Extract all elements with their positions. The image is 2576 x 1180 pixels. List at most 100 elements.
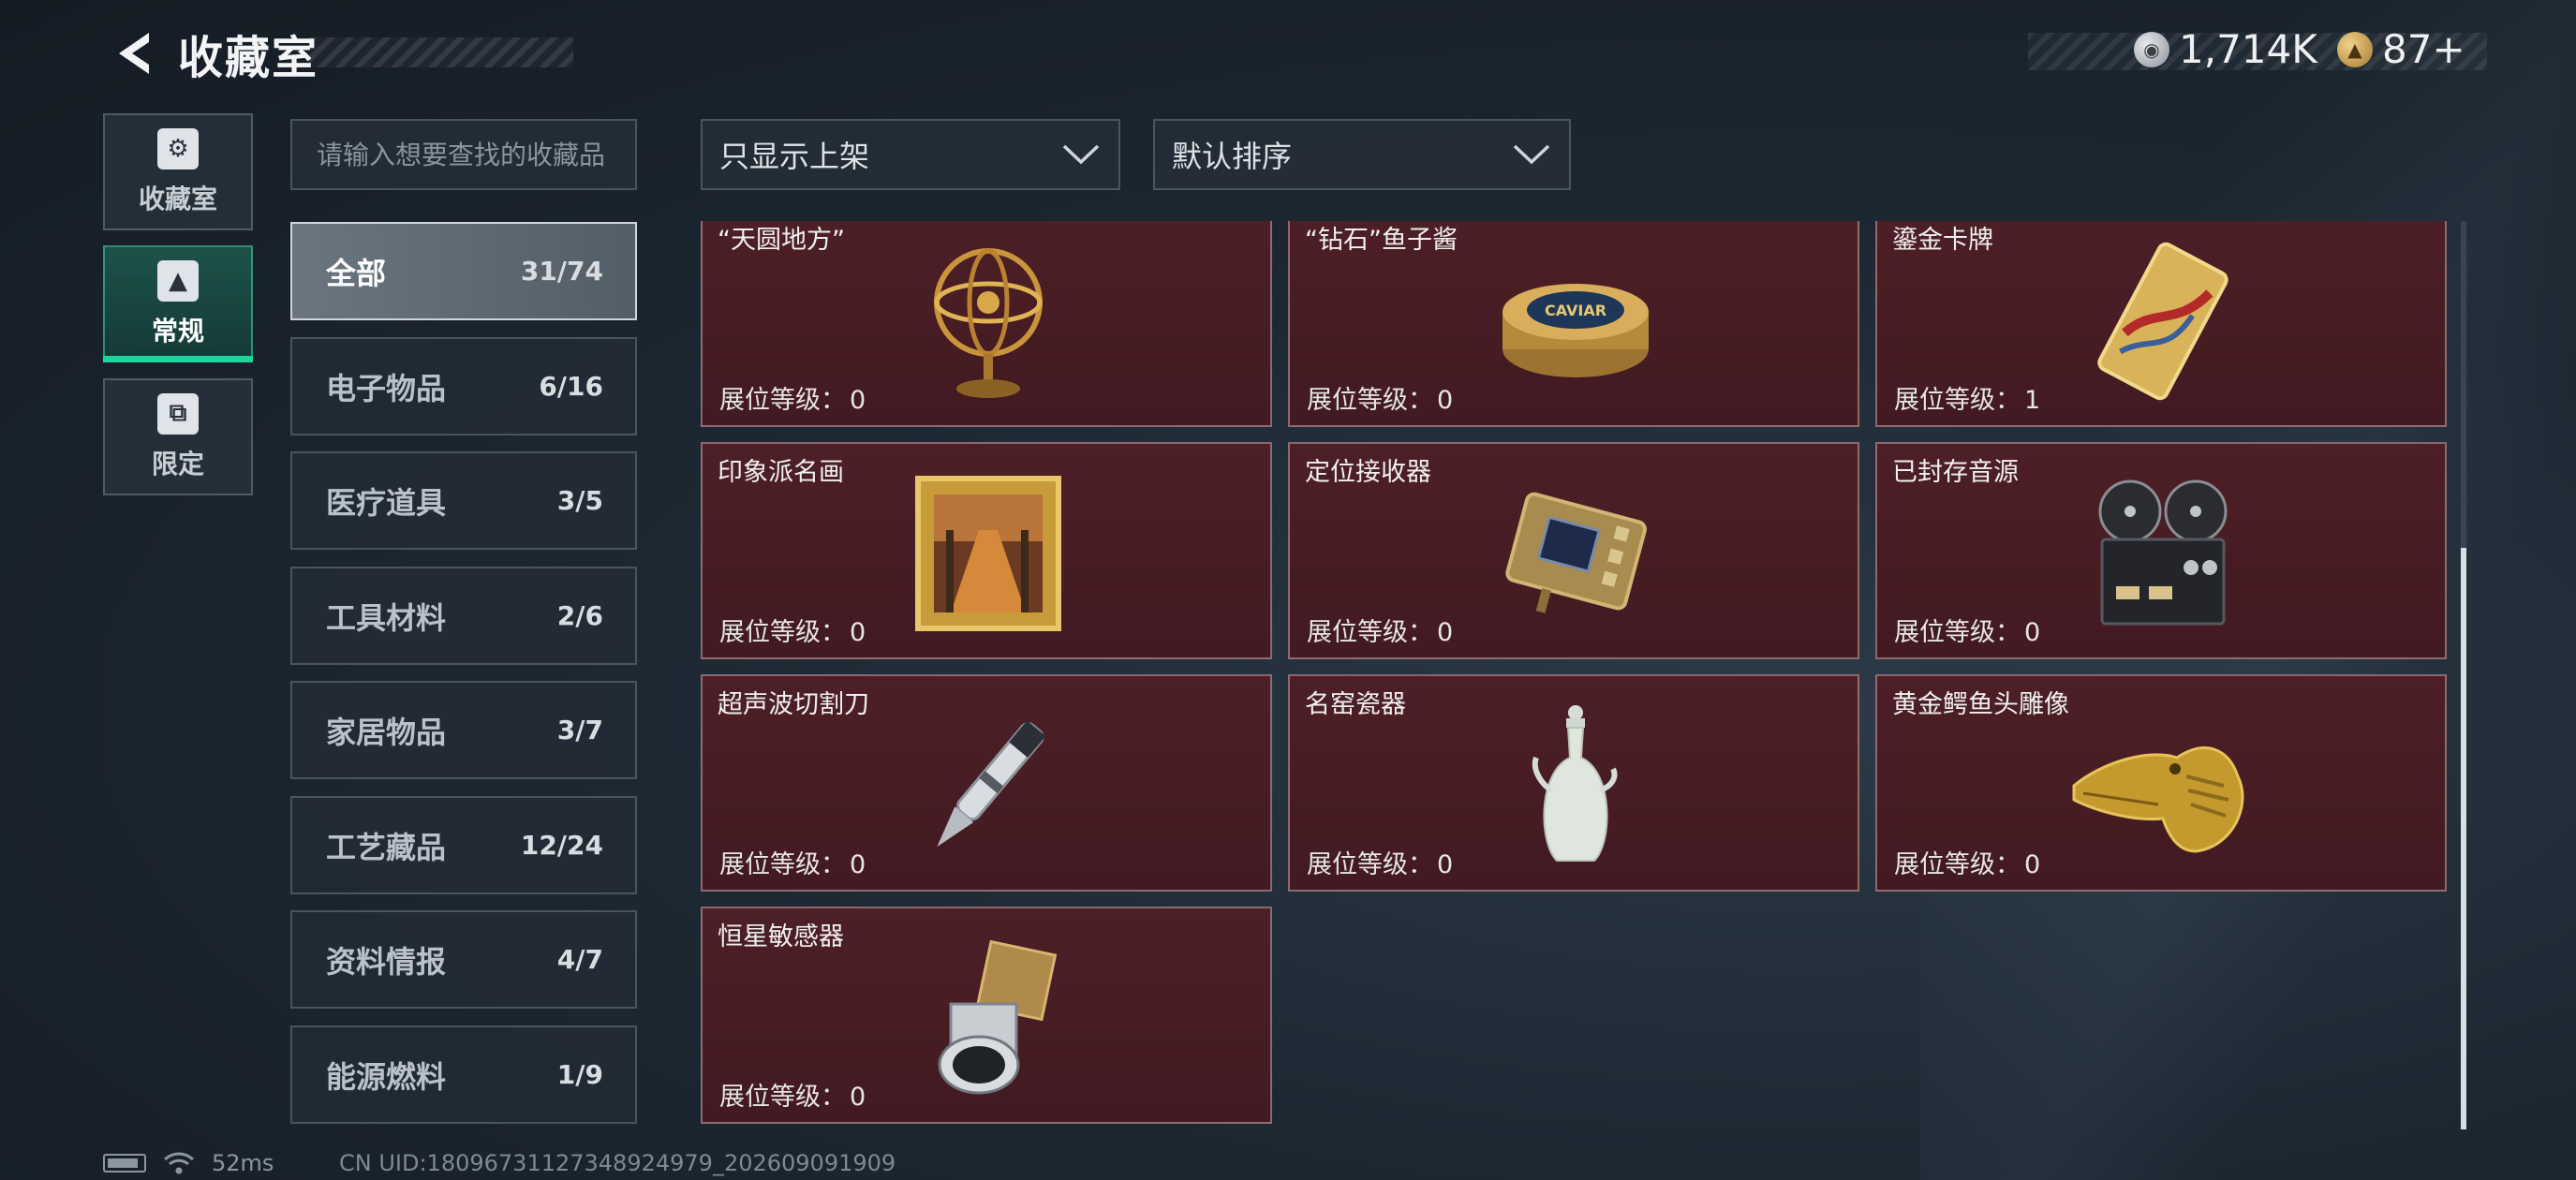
caviar-tin-icon: CAVIAR	[1491, 232, 1660, 410]
item-level: 展位等级： 0	[1307, 618, 1454, 647]
golden-crocodile-head-icon	[2065, 697, 2261, 875]
item-level-value: 0	[850, 1083, 866, 1112]
category-name: 家居物品	[326, 714, 447, 750]
ping-value: 52ms	[212, 1150, 274, 1176]
item-card[interactable]: 鎏金卡牌 展位等级： 1	[1875, 221, 2447, 427]
title-decoration	[309, 37, 573, 67]
grid-scrollbar[interactable]	[2461, 221, 2466, 1129]
framed-painting-icon	[904, 465, 1073, 642]
category-count: 3/7	[556, 715, 603, 745]
category-home[interactable]: 家居物品 3/7	[290, 681, 637, 779]
item-level-value: 0	[1437, 850, 1454, 879]
status-bar: 52ms	[103, 1150, 274, 1176]
side-tab-label: 限定	[151, 448, 204, 479]
item-name: 超声波切割刀	[718, 690, 869, 719]
search-input[interactable]	[290, 119, 637, 190]
sort-label: 默认排序	[1172, 139, 1293, 174]
item-name: 鎏金卡牌	[1892, 226, 1993, 255]
category-crafts[interactable]: 工艺藏品 12/24	[290, 796, 637, 894]
item-card[interactable]: 名窑瓷器 展位等级： 0	[1288, 674, 1859, 892]
item-level-value: 0	[850, 618, 866, 647]
item-name: “钻石”鱼子酱	[1305, 226, 1458, 255]
side-tab-collection[interactable]: ⚙ 收藏室	[103, 113, 253, 230]
item-level-value: 1	[2024, 386, 2041, 415]
item-level: 展位等级： 0	[719, 618, 866, 647]
side-tab-label: 收藏室	[138, 183, 217, 214]
category-name: 全部	[326, 255, 387, 291]
item-card[interactable]: 恒星敏感器 展位等级： 0	[701, 907, 1272, 1124]
category-electronics[interactable]: 电子物品 6/16	[290, 337, 637, 435]
regular-icon: ▲	[157, 259, 199, 302]
category-name: 电子物品	[326, 370, 447, 406]
category-name: 工艺藏品	[326, 829, 447, 865]
category-count: 2/6	[556, 600, 603, 631]
item-grid: “天圆地方” 展位等级： 0 CAVIAR “钻石”鱼子酱 展位等级： 0 鎏金…	[698, 221, 2450, 1129]
collection-icon: ⚙	[157, 127, 199, 170]
back-arrow-icon	[119, 33, 149, 74]
side-tab-regular[interactable]: ▲ 常规	[103, 245, 253, 362]
item-card[interactable]: 已封存音源 展位等级： 0	[1875, 442, 2447, 659]
item-level-value: 0	[850, 850, 866, 879]
item-card[interactable]: 黄金鳄鱼头雕像 展位等级： 0	[1875, 674, 2447, 892]
item-level: 展位等级： 0	[1307, 850, 1454, 879]
currency-silver: ◉ 1,714K	[2134, 26, 2317, 72]
ultrasonic-cutter-icon	[904, 697, 1073, 875]
item-level: 展位等级： 0	[719, 1083, 866, 1112]
user-uid: CN UID:18096731127348924979_202609091909	[339, 1150, 896, 1176]
item-card[interactable]: “天圆地方” 展位等级： 0	[701, 221, 1272, 427]
item-name: 恒星敏感器	[718, 922, 844, 951]
side-tab-label: 常规	[151, 315, 204, 347]
gilded-card-icon	[2079, 232, 2247, 410]
item-level-value: 0	[2024, 618, 2041, 647]
gps-receiver-icon	[1491, 465, 1660, 642]
item-card[interactable]: 印象派名画 展位等级： 0	[701, 442, 1272, 659]
item-level: 展位等级： 0	[719, 386, 866, 415]
limited-icon: ⧉	[157, 392, 199, 435]
item-name: “天圆地方”	[718, 226, 845, 255]
item-name: 黄金鳄鱼头雕像	[1892, 690, 2069, 719]
category-count: 4/7	[556, 944, 603, 975]
sort-dropdown[interactable]: 默认排序	[1153, 119, 1571, 190]
category-name: 能源燃料	[326, 1058, 447, 1095]
back-button[interactable]	[101, 21, 167, 86]
item-name: 定位接收器	[1305, 458, 1431, 487]
svg-text:CAVIAR: CAVIAR	[1545, 302, 1606, 319]
item-level-value: 0	[2024, 850, 2041, 879]
star-sensor-icon	[904, 929, 1073, 1107]
item-name: 印象派名画	[718, 458, 844, 487]
armillary-sphere-icon	[904, 232, 1073, 410]
category-tools[interactable]: 工具材料 2/6	[290, 567, 637, 665]
item-level-value: 0	[850, 386, 866, 415]
category-intel[interactable]: 资料情报 4/7	[290, 910, 637, 1009]
category-count: 6/16	[539, 371, 603, 402]
category-count: 1/9	[556, 1059, 603, 1090]
scrollbar-thumb[interactable]	[2461, 548, 2466, 1129]
currency-gold: ▲ 87+	[2337, 26, 2465, 72]
currency-gold-value: 87+	[2382, 26, 2465, 72]
silver-coin-icon: ◉	[2134, 31, 2169, 67]
category-medical[interactable]: 医疗道具 3/5	[290, 451, 637, 550]
item-name: 已封存音源	[1892, 458, 2019, 487]
item-level-value: 0	[1437, 386, 1454, 415]
side-tab-limited[interactable]: ⧉ 限定	[103, 378, 253, 495]
item-card[interactable]: 超声波切割刀 展位等级： 0	[701, 674, 1272, 892]
item-card[interactable]: CAVIAR “钻石”鱼子酱 展位等级： 0	[1288, 221, 1859, 427]
header: 收藏室 ◉ 1,714K ▲ 87+	[0, 0, 2576, 108]
shelf-filter-dropdown[interactable]: 只显示上架	[701, 119, 1120, 190]
wifi-icon	[164, 1152, 194, 1174]
category-all[interactable]: 全部 31/74	[290, 222, 637, 320]
category-count: 31/74	[520, 256, 603, 287]
item-card[interactable]: 定位接收器 展位等级： 0	[1288, 442, 1859, 659]
currency-silver-value: 1,714K	[2179, 26, 2317, 72]
category-count: 12/24	[520, 830, 603, 861]
item-level: 展位等级： 0	[1894, 618, 2041, 647]
page-title: 收藏室	[178, 32, 319, 84]
item-level: 展位等级： 0	[1307, 386, 1454, 415]
item-level: 展位等级： 0	[719, 850, 866, 879]
category-name: 医疗道具	[326, 484, 447, 521]
item-level: 展位等级： 1	[1894, 386, 2041, 415]
category-energy[interactable]: 能源燃料 1/9	[290, 1025, 637, 1124]
item-level-value: 0	[1437, 618, 1454, 647]
category-name: 工具材料	[326, 599, 447, 636]
gold-coin-icon: ▲	[2337, 31, 2373, 67]
